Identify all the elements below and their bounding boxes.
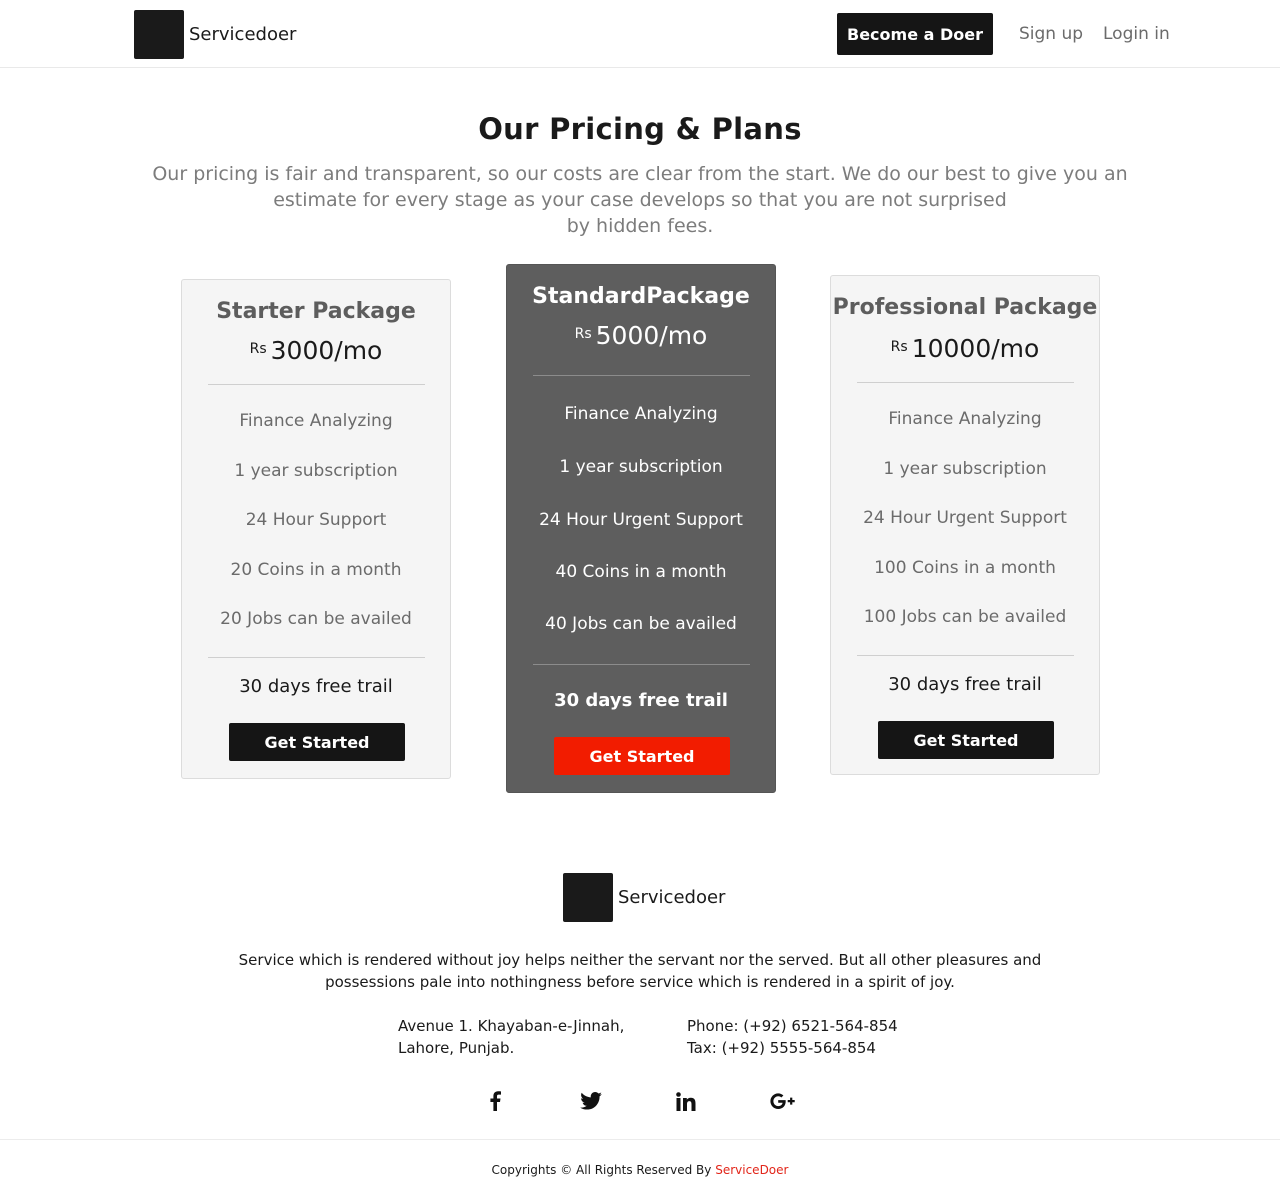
get-started-button[interactable]: Get Started [229,723,405,761]
facebook-icon[interactable] [482,1088,508,1114]
plan-card-standard: StandardPackage Rs 5000/mo Finance Analyz… [506,264,776,793]
address-line: Avenue 1. Khayaban-e-Jinnah, [398,1017,625,1035]
plan-trial: 30 days free trail [239,676,393,697]
address-line: Lahore, Punjab. [398,1039,515,1057]
divider [208,384,425,385]
quote-line: Service which is rendered without joy he… [238,951,1042,969]
subtitle-line: estimate for every stage as your case de… [273,189,1007,211]
copyright-brand-link[interactable]: ServiceDoer [715,1163,788,1177]
page-subtitle: Our pricing is fair and transparent, so … [150,161,1130,239]
plan-feature: Finance Analyzing [239,411,393,431]
plan-feature: 100 Coins in a month [874,558,1056,578]
footer-address: Avenue 1. Khayaban-e-Jinnah, Lahore, Pun… [398,1015,624,1059]
login-link[interactable]: Login in [1103,24,1170,44]
divider [857,382,1074,383]
divider [208,657,425,658]
get-started-button[interactable]: Get Started [554,737,730,775]
plan-name: StandardPackage [532,284,750,309]
copyright: Copyrights © All Rights Reserved By Serv… [0,1163,1280,1177]
footer-quote: Service which is rendered without joy he… [220,949,1060,993]
plan-price: Rs 10000/mo [831,334,1099,363]
subtitle-line: by hidden fees. [566,215,714,237]
plan-feature: 40 Coins in a month [555,562,727,582]
site-header: Servicedoer Become a Doer Sign up Login … [0,0,1280,68]
get-started-button[interactable]: Get Started [878,721,1054,759]
plan-feature: 24 Hour Urgent Support [539,510,743,530]
signup-link[interactable]: Sign up [1019,24,1083,44]
plan-name: Professional Package [832,295,1098,320]
copyright-text: Copyrights © All Rights Reserved By [491,1163,712,1177]
plan-feature: 1 year subscription [559,457,723,477]
footer-logo-text[interactable]: Servicedoer [618,887,725,908]
plan-currency: Rs [574,326,592,342]
plan-currency: Rs [890,339,908,355]
quote-line: possessions pale into nothingness before… [325,973,955,991]
plan-feature: 1 year subscription [883,459,1047,479]
subtitle-line: Our pricing is fair and transparent, so … [152,163,1128,185]
phone-number: Phone: (+92) 6521-564-854 [687,1017,898,1035]
plan-price: Rs 5000/mo [507,321,775,350]
footer-logo-mark[interactable] [563,873,613,922]
logo-mark[interactable] [134,10,184,59]
plan-feature: 1 year subscription [234,461,398,481]
plan-amount: 10000/mo [911,334,1040,363]
divider [857,655,1074,656]
google-plus-icon[interactable] [770,1088,796,1114]
plan-price: Rs 3000/mo [182,336,450,365]
divider [533,375,750,376]
plan-feature: Finance Analyzing [564,404,718,424]
plan-feature: 100 Jobs can be availed [863,607,1067,627]
plan-card-starter: Starter Package Rs 3000/mo Finance Analyz… [181,279,451,779]
plan-feature: 24 Hour Support [245,510,387,530]
plan-currency: Rs [249,341,267,357]
twitter-icon[interactable] [578,1088,604,1114]
plan-feature: 24 Hour Urgent Support [863,508,1067,528]
plan-trial: 30 days free trail [888,674,1042,695]
page-title: Our Pricing & Plans [478,112,802,146]
plan-amount: 3000/mo [270,336,383,365]
logo-text[interactable]: Servicedoer [189,24,296,45]
plan-card-professional: Professional Package Rs 10000/mo Finance … [830,275,1100,775]
plan-feature: 40 Jobs can be availed [545,614,737,634]
plan-amount: 5000/mo [595,321,708,350]
plan-name: Starter Package [216,299,416,324]
plan-trial: 30 days free trail [554,690,728,711]
footer-contact: Phone: (+92) 6521-564-854 Tax: (+92) 555… [687,1015,898,1059]
divider [533,664,750,665]
plan-feature: 20 Jobs can be availed [220,609,412,629]
tax-number: Tax: (+92) 5555-564-854 [687,1039,876,1057]
linkedin-icon[interactable] [673,1088,699,1114]
plan-feature: 20 Coins in a month [230,560,402,580]
become-doer-button[interactable]: Become a Doer [837,13,993,55]
plan-feature: Finance Analyzing [888,409,1042,429]
